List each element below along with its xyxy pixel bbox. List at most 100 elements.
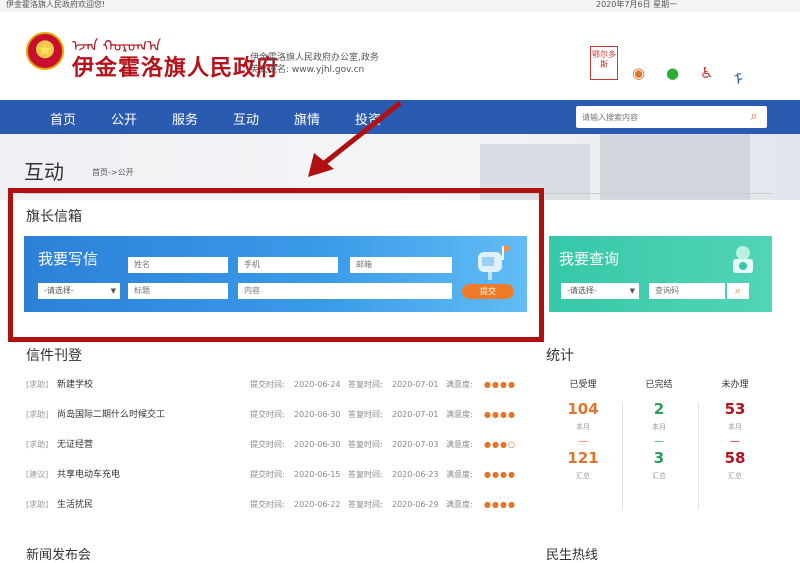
reply-label: 答复时间:	[348, 470, 383, 479]
satisfaction-label: 满意度:	[446, 380, 473, 389]
stat-month-value: 2	[653, 400, 665, 418]
letter-row[interactable]: [求助] 生活扰民 提交时间: 2020-06-22 答复时间: 2020-06…	[26, 497, 526, 513]
stat-month-unit: 本月	[652, 423, 666, 431]
robot-icon	[733, 246, 753, 273]
satisfaction-label: 满意度:	[446, 440, 473, 449]
nav-item-public[interactable]: 公开	[111, 109, 137, 128]
letter-title[interactable]: 尚岛国际二期什么时候交工	[57, 407, 165, 423]
stat-separator	[698, 402, 699, 510]
accessibility-icon[interactable]: ♿	[700, 64, 713, 82]
wechat-icon[interactable]: ●	[666, 64, 679, 82]
reply-date: 2020-07-01	[392, 380, 439, 389]
stat-month-value: 53	[724, 400, 746, 418]
submit-date: 2020-06-24	[294, 380, 341, 389]
search-box: ⌕	[576, 106, 767, 128]
reply-date: 2020-06-23	[392, 470, 439, 479]
query-type-value: -请选择-	[567, 286, 597, 295]
breadcrumb[interactable]: 首页->公开	[92, 167, 134, 178]
letter-title[interactable]: 生活扰民	[57, 497, 93, 513]
stat-header: 未办理	[721, 380, 749, 390]
date-text: 2020年7月6日 星期一	[596, 0, 678, 9]
letter-title[interactable]: 新建学校	[57, 377, 93, 393]
search-icon[interactable]: ⌕	[745, 108, 763, 126]
letters-section-title: 信件刊登	[26, 348, 82, 364]
stat-month-value: 104	[567, 400, 599, 418]
stat-header: 已完结	[645, 380, 673, 390]
nav-item-service[interactable]: 服务	[172, 109, 198, 128]
stat-column-accepted: 已受理 104 本月 — 121 汇总	[553, 377, 613, 481]
satisfaction-dots: ●●●●	[484, 380, 516, 389]
letter-tag: [求助]	[26, 380, 49, 389]
satisfaction-dots: ●●●●	[484, 470, 516, 479]
domain-line: 英文域名: www.yjhl.gov.cn	[250, 65, 365, 75]
stat-total-value: 3	[653, 449, 665, 467]
mongolian-script-icon[interactable]: ᠮ	[734, 64, 743, 90]
submit-date: 2020-06-30	[294, 440, 341, 449]
building-image-2	[600, 134, 750, 200]
letter-tag: [建议]	[26, 470, 49, 479]
letter-title[interactable]: 无证经营	[57, 437, 93, 453]
reply-label: 答复时间:	[348, 410, 383, 419]
query-search-icon[interactable]: ⌕	[727, 283, 749, 299]
satisfaction-dots: ●●●●	[484, 500, 516, 509]
letter-tag: [求助]	[26, 500, 49, 509]
submit-label: 提交时间:	[250, 380, 285, 389]
reply-label: 答复时间:	[348, 500, 383, 509]
stat-dash: —	[730, 436, 740, 447]
ordos-seal-icon[interactable]: 鄂尔多斯	[590, 46, 618, 80]
stat-total-unit: 汇总	[652, 472, 666, 480]
site-header: ᠡᠵᠡᠨ ᠬᠣᠷᠣᠭ᠎ᠠ 伊金霍洛旗人民政府 伊金霍洛旗人民政府办公室,政务 英…	[0, 12, 800, 100]
stat-dash: —	[654, 436, 664, 447]
chevron-down-icon: ▼	[629, 287, 635, 295]
satisfaction-dots: ●●●●	[484, 410, 516, 419]
reply-date: 2020-07-01	[392, 410, 439, 419]
stat-month-unit: 本月	[576, 423, 590, 431]
reply-label: 答复时间:	[348, 380, 383, 389]
letter-tag: [求助]	[26, 440, 49, 449]
stat-total-value: 58	[724, 449, 746, 467]
reply-label: 答复时间:	[348, 440, 383, 449]
satisfaction-label: 满意度:	[446, 470, 473, 479]
hotline-title: 民生热线	[546, 548, 599, 563]
satisfaction-label: 满意度:	[446, 500, 473, 509]
stat-separator	[622, 402, 623, 510]
letter-title[interactable]: 共享电动车充电	[57, 467, 120, 483]
national-emblem-icon[interactable]	[26, 32, 64, 70]
stat-total-value: 121	[567, 449, 599, 467]
reply-date: 2020-06-29	[392, 500, 439, 509]
submit-date: 2020-06-15	[294, 470, 341, 479]
stat-header: 已受理	[569, 380, 597, 390]
submit-label: 提交时间:	[250, 410, 285, 419]
search-input[interactable]	[582, 109, 742, 125]
submit-date: 2020-06-30	[294, 410, 341, 419]
annotation-arrow-icon	[308, 101, 402, 177]
submit-label: 提交时间:	[250, 440, 285, 449]
stat-column-completed: 已完结 2 本月 — 3 汇总	[629, 377, 689, 481]
letter-row[interactable]: [求助] 尚岛国际二期什么时候交工 提交时间: 2020-06-30 答复时间:…	[26, 407, 526, 423]
submit-date: 2020-06-22	[294, 500, 341, 509]
page-title: 互动	[24, 160, 64, 184]
nav-item-interaction[interactable]: 互动	[233, 109, 259, 128]
stat-total-unit: 汇总	[728, 472, 742, 480]
query-code-field[interactable]	[649, 283, 725, 299]
top-bar: 伊金霍洛旗人民政府欢迎您! 2020年7月6日 星期一	[0, 0, 800, 12]
submit-label: 提交时间:	[250, 500, 285, 509]
letter-row[interactable]: [求助] 新建学校 提交时间: 2020-06-24 答复时间: 2020-07…	[26, 377, 526, 393]
letter-tag: [求助]	[26, 410, 49, 419]
letter-row[interactable]: [求助] 无证经营 提交时间: 2020-06-30 答复时间: 2020-07…	[26, 437, 526, 453]
office-info: 伊金霍洛旗人民政府办公室,政务 英文域名: www.yjhl.gov.cn	[250, 52, 379, 76]
nav-item-home[interactable]: 首页	[50, 109, 76, 128]
office-line: 伊金霍洛旗人民政府办公室,政务	[250, 53, 379, 63]
stat-column-pending: 未办理 53 本月 — 58 汇总	[705, 377, 765, 481]
highlight-box	[8, 188, 544, 342]
stats-section-title: 统计	[546, 348, 574, 364]
satisfaction-dots: ●●●○	[484, 440, 516, 449]
letter-row[interactable]: [建议] 共享电动车充电 提交时间: 2020-06-15 答复时间: 2020…	[26, 467, 526, 483]
query-type-select[interactable]: -请选择- ▼	[561, 283, 639, 299]
site-title[interactable]: 伊金霍洛旗人民政府	[72, 50, 279, 82]
reply-date: 2020-07-03	[392, 440, 439, 449]
stat-dash: —	[578, 436, 588, 447]
stat-month-unit: 本月	[728, 423, 742, 431]
press-conference-title: 新闻发布会	[26, 548, 92, 563]
weibo-icon[interactable]: ◉	[632, 64, 645, 82]
